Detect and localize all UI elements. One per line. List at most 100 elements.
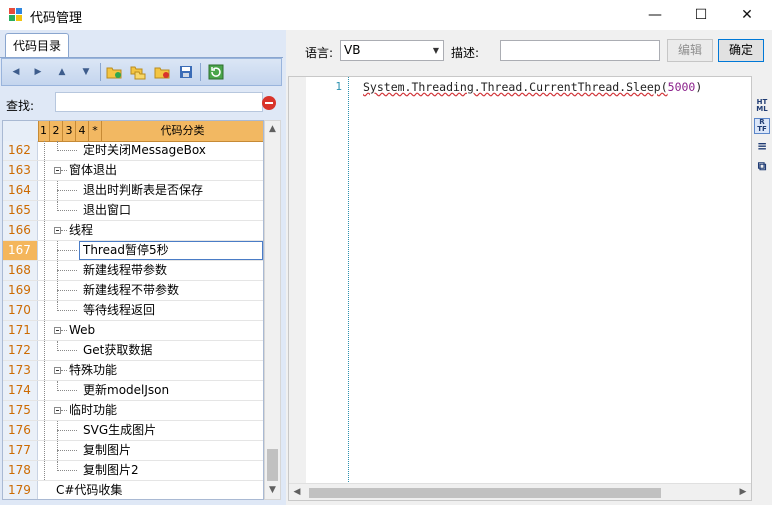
table-row[interactable]: 162 定时关闭MessageBox [3, 141, 263, 161]
item-name[interactable]: Get获取数据 [83, 341, 152, 360]
save-icon[interactable] [178, 64, 194, 80]
table-row[interactable]: 176 SVG生成图片 [3, 421, 263, 441]
collapse-icon[interactable] [54, 167, 61, 174]
category-name[interactable]: 临时功能 [69, 401, 117, 420]
table-row[interactable]: 168 新建线程带参数 [3, 261, 263, 281]
item-name[interactable]: 退出窗口 [83, 201, 131, 220]
toolbar: ◀ ▶ ▲ ▼ [1, 58, 282, 86]
scroll-thumb[interactable] [267, 449, 278, 481]
delete-folder-icon[interactable] [154, 64, 170, 80]
scroll-up-icon[interactable]: ▲ [265, 121, 280, 138]
ok-button[interactable]: 确定 [718, 39, 764, 62]
tree-line [44, 141, 45, 160]
tree-line [44, 261, 45, 280]
item-name[interactable]: 复制图片2 [83, 461, 139, 480]
level-2-header[interactable]: 2 [50, 121, 63, 141]
tree-line [57, 450, 77, 451]
collapse-icon[interactable] [54, 407, 61, 414]
item-name[interactable]: 退出时判断表是否保存 [83, 181, 203, 200]
level-1-header[interactable]: 1 [38, 121, 50, 141]
tab-code-directory[interactable]: 代码目录 [5, 33, 69, 58]
tree-line [44, 161, 45, 180]
category-edit-input[interactable]: Thread暂停5秒 [79, 241, 263, 260]
maximize-button[interactable]: ☐ [678, 0, 724, 30]
add-folder-icon[interactable] [106, 64, 122, 80]
language-select[interactable]: VB ▼ [340, 40, 444, 61]
language-label: 语言: [305, 46, 334, 60]
code-line[interactable]: System.Threading.Thread.CurrentThread.Sl… [363, 80, 702, 94]
item-name[interactable]: SVG生成图片 [83, 421, 156, 440]
level-4-header[interactable]: 4 [76, 121, 89, 141]
description-input[interactable] [500, 40, 660, 61]
star-header[interactable]: * [89, 121, 102, 141]
row-number: 164 [3, 181, 38, 200]
item-name[interactable]: 定时关闭MessageBox [83, 141, 206, 160]
scroll-left-icon[interactable]: ◀ [289, 484, 305, 500]
table-row[interactable]: 163 窗体退出 [3, 161, 263, 181]
scroll-right-icon[interactable]: ▶ [735, 484, 751, 500]
copy-icon[interactable]: ⧉ [754, 158, 770, 174]
table-row[interactable]: 175 临时功能 [3, 401, 263, 421]
refresh-icon[interactable] [208, 64, 224, 80]
move-down-icon[interactable]: ▼ [78, 64, 94, 80]
item-name[interactable]: 等待线程返回 [83, 301, 155, 320]
row-number: 174 [3, 381, 38, 400]
grid-header: 1 2 3 4 * 代码分类 [3, 121, 263, 142]
tree-line [61, 370, 67, 371]
table-row[interactable]: 172 Get获取数据 [3, 341, 263, 361]
list-icon[interactable]: ≡ [754, 138, 770, 154]
item-name[interactable]: 新建线程不带参数 [83, 281, 179, 300]
chevron-down-icon: ▼ [432, 46, 439, 55]
tree-line [44, 281, 45, 300]
category-name[interactable]: C#代码收集 [56, 481, 122, 499]
table-row[interactable]: 165 退出窗口 [3, 201, 263, 221]
table-row[interactable]: 174 更新modelJson [3, 381, 263, 401]
category-name[interactable]: 窗体退出 [69, 161, 117, 180]
scroll-down-icon[interactable]: ▼ [265, 482, 280, 499]
table-row[interactable]: 170 等待线程返回 [3, 301, 263, 321]
row-number: 175 [3, 401, 38, 420]
edit-button[interactable]: 编辑 [667, 39, 713, 62]
table-row[interactable]: 173 特殊功能 [3, 361, 263, 381]
minimize-button[interactable]: — [632, 0, 678, 30]
table-row[interactable]: 166 线程 [3, 221, 263, 241]
table-row[interactable]: 164 退出时判断表是否保存 [3, 181, 263, 201]
grid-scrollbar[interactable]: ▲ ▼ [264, 120, 281, 500]
item-name[interactable]: 新建线程带参数 [83, 261, 167, 280]
table-row[interactable]: 178 复制图片2 [3, 461, 263, 481]
level-3-header[interactable]: 3 [63, 121, 76, 141]
table-row[interactable]: 177 复制图片 [3, 441, 263, 461]
table-row[interactable]: 179 C#代码收集 [3, 481, 263, 499]
category-panel: 代码目录 ◀ ▶ ▲ ▼ 查找: 1 2 3 4 * 代码分类 162 定时关闭… [0, 30, 283, 505]
hscroll-thumb[interactable] [309, 488, 661, 498]
code-editor[interactable]: 1 System.Threading.Thread.CurrentThread.… [288, 76, 752, 501]
row-number: 169 [3, 281, 38, 300]
item-name[interactable]: 复制图片 [83, 441, 131, 460]
collapse-icon[interactable] [54, 227, 61, 234]
table-row[interactable]: 167 Thread暂停5秒 [3, 241, 263, 261]
row-number: 168 [3, 261, 38, 280]
editor-hscrollbar[interactable]: ◀ ▶ [289, 483, 751, 500]
collapse-icon[interactable] [54, 367, 61, 374]
table-row[interactable]: 169 新建线程不带参数 [3, 281, 263, 301]
html-icon[interactable]: HT ML [754, 98, 770, 114]
table-row[interactable]: 171 Web [3, 321, 263, 341]
close-button[interactable]: ✕ [724, 0, 770, 30]
category-header[interactable]: 代码分类 [102, 121, 263, 141]
row-number: 178 [3, 461, 38, 480]
item-name[interactable]: 更新modelJson [83, 381, 169, 400]
tree-line [57, 270, 77, 271]
category-name[interactable]: 线程 [69, 221, 93, 240]
rtf-icon[interactable]: R TF [754, 118, 770, 134]
add-subfolder-icon[interactable] [130, 64, 146, 80]
collapse-icon[interactable] [54, 327, 61, 334]
tree-line [57, 210, 77, 211]
category-name[interactable]: 特殊功能 [69, 361, 117, 380]
move-left-icon[interactable]: ◀ [8, 64, 24, 80]
move-up-icon[interactable]: ▲ [54, 64, 70, 80]
tree-line [57, 470, 77, 471]
category-name[interactable]: Web [69, 321, 95, 340]
clear-search-icon[interactable] [262, 96, 276, 110]
search-input[interactable] [55, 92, 263, 112]
move-right-icon[interactable]: ▶ [30, 64, 46, 80]
